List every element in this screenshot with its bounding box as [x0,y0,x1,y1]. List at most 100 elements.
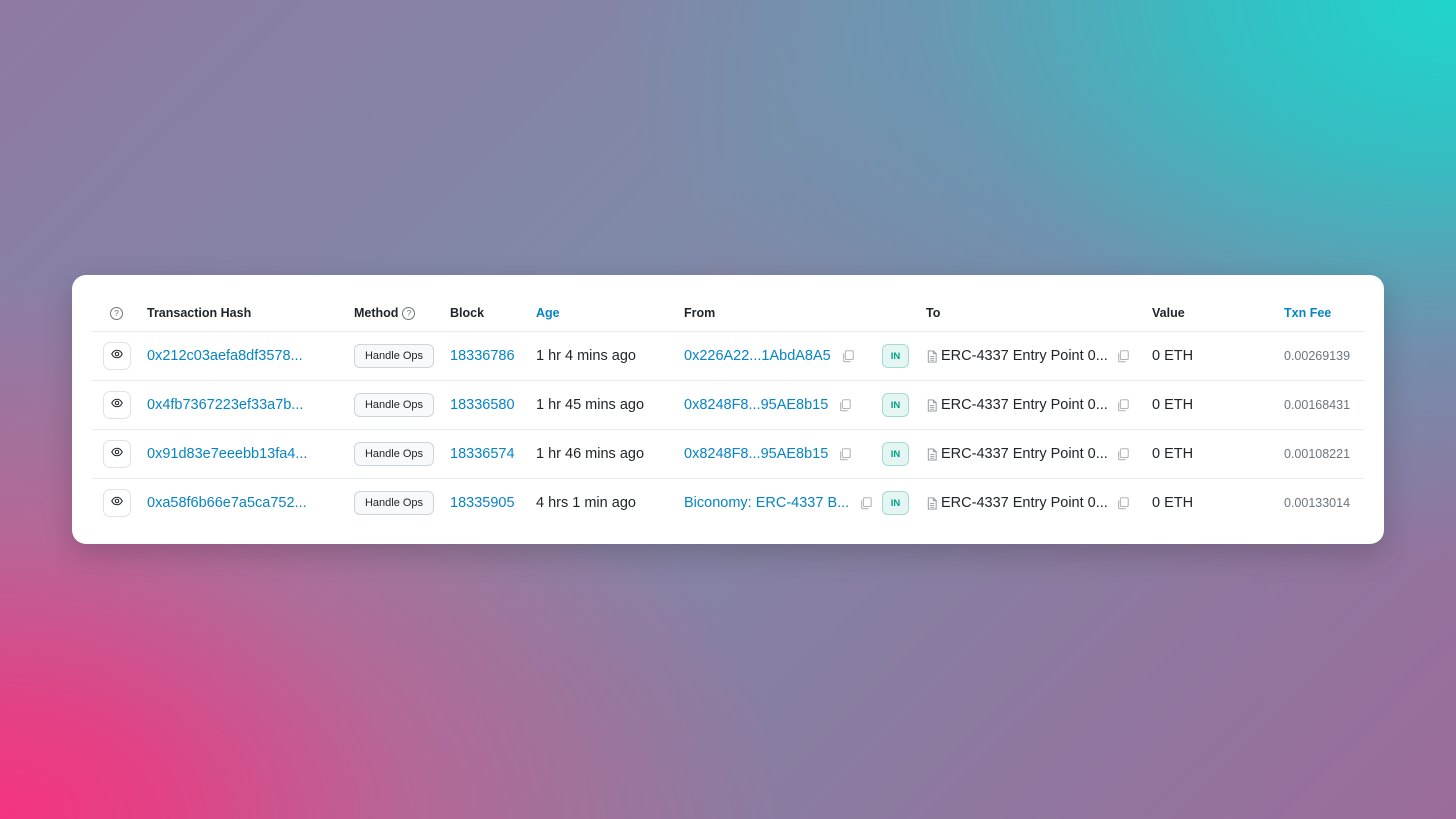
direction-badge: IN [882,344,909,368]
method-badge[interactable]: Handle Ops [354,344,434,368]
value-cell: 0 ETH [1152,479,1193,527]
to-contract-link[interactable]: ERC-4337 Entry Point 0... [941,348,1108,364]
to-cell: ERC-4337 Entry Point 0... [926,332,1130,380]
method-badge[interactable]: Handle Ops [354,442,434,466]
block-link[interactable]: 18336574 [450,446,515,462]
block-link[interactable]: 18335905 [450,495,515,511]
direction-badge: IN [882,442,909,466]
header-value: Value [1152,306,1185,320]
header-txn-fee[interactable]: Txn Fee [1284,295,1331,331]
to-contract-link[interactable]: ERC-4337 Entry Point 0... [941,446,1108,462]
age-cell: 1 hr 46 mins ago [536,430,644,478]
view-details-button[interactable] [103,440,131,468]
fee-cell: 0.00168431 [1284,381,1350,429]
header-help[interactable]: ? [110,295,123,331]
value-text: 0 ETH [1152,495,1194,511]
fee-cell: 0.00133014 [1284,479,1350,527]
header-block: Block [450,306,485,320]
to-cell: ERC-4337 Entry Point 0... [926,430,1130,478]
transactions-card: ? Transaction Hash Method ? Block Age Fr… [72,275,1384,544]
document-icon [926,398,938,412]
table-row: 0x4fb7367223ef33a7b... Handle Ops 183365… [92,381,1364,430]
document-icon [926,447,938,461]
eye-icon [111,494,123,512]
value-text: 0 ETH [1152,348,1194,364]
method-cell: Handle Ops [354,332,434,380]
from-address-link[interactable]: 0x8248F8...95AE8b15 [684,397,828,413]
block-cell: 18336580 [450,381,515,429]
copy-icon[interactable] [838,447,852,461]
tx-hash-cell: 0x212c03aefa8df3578... [147,332,303,380]
header-tx-hash: Transaction Hash [147,306,252,320]
method-badge[interactable]: Handle Ops [354,491,434,515]
tx-hash-link[interactable]: 0x91d83e7eeebb13fa4... [147,446,307,462]
copy-icon[interactable] [1116,349,1130,363]
from-cell: 0x8248F8...95AE8b15 [684,430,852,478]
age-text: 4 hrs 1 min ago [536,495,636,511]
transactions-table: ? Transaction Hash Method ? Block Age Fr… [92,295,1364,527]
value-text: 0 ETH [1152,446,1194,462]
tx-hash-cell: 0x4fb7367223ef33a7b... [147,381,303,429]
question-circle-icon[interactable]: ? [402,306,416,320]
direction-cell: IN [882,332,909,380]
table-row: 0x91d83e7eeebb13fa4... Handle Ops 183365… [92,430,1364,479]
question-circle-icon[interactable]: ? [110,306,123,320]
from-cell: Biconomy: ERC-4337 B... [684,479,873,527]
block-link[interactable]: 18336786 [450,348,515,364]
age-text: 1 hr 4 mins ago [536,348,636,364]
to-contract-link[interactable]: ERC-4337 Entry Point 0... [941,397,1108,413]
copy-icon[interactable] [1116,398,1130,412]
view-details-button[interactable] [103,391,131,419]
tx-hash-link[interactable]: 0xa58f6b66e7a5ca752... [147,495,307,511]
txn-fee-text: 0.00133014 [1284,496,1351,510]
block-cell: 18335905 [450,479,515,527]
from-address-link[interactable]: 0x8248F8...95AE8b15 [684,446,828,462]
age-text: 1 hr 45 mins ago [536,397,645,413]
eye-icon [111,396,123,414]
age-text: 1 hr 46 mins ago [536,446,645,462]
value-text: 0 ETH [1152,397,1194,413]
fee-cell: 0.00108221 [1284,430,1350,478]
from-address-link[interactable]: 0x226A22...1AbdA8A5 [684,348,831,364]
document-icon [926,496,938,510]
from-cell: 0x226A22...1AbdA8A5 [684,332,855,380]
view-details-cell [103,430,131,478]
age-cell: 1 hr 4 mins ago [536,332,636,380]
from-cell: 0x8248F8...95AE8b15 [684,381,852,429]
method-cell: Handle Ops [354,381,434,429]
header-method: Method ? [354,295,416,331]
table-header: ? Transaction Hash Method ? Block Age Fr… [92,295,1364,332]
copy-icon[interactable] [841,349,855,363]
tx-hash-cell: 0xa58f6b66e7a5ca752... [147,479,307,527]
view-details-button[interactable] [103,342,131,370]
to-contract-link[interactable]: ERC-4337 Entry Point 0... [941,495,1108,511]
view-details-cell [103,479,131,527]
table-row: 0x212c03aefa8df3578... Handle Ops 183367… [92,332,1364,381]
tx-hash-link[interactable]: 0x212c03aefa8df3578... [147,348,303,364]
copy-icon[interactable] [859,496,873,510]
value-cell: 0 ETH [1152,332,1193,380]
method-cell: Handle Ops [354,430,434,478]
value-cell: 0 ETH [1152,430,1193,478]
direction-cell: IN [882,430,909,478]
tx-hash-link[interactable]: 0x4fb7367223ef33a7b... [147,397,303,413]
from-address-link[interactable]: Biconomy: ERC-4337 B... [684,495,849,511]
copy-icon[interactable] [1116,447,1130,461]
header-age[interactable]: Age [536,295,560,331]
to-cell: ERC-4337 Entry Point 0... [926,381,1130,429]
copy-icon[interactable] [1116,496,1130,510]
view-details-cell [103,381,131,429]
block-link[interactable]: 18336580 [450,397,515,413]
eye-icon [111,347,123,365]
direction-cell: IN [882,381,909,429]
document-icon [926,349,938,363]
view-details-button[interactable] [103,489,131,517]
tx-hash-cell: 0x91d83e7eeebb13fa4... [147,430,307,478]
method-badge[interactable]: Handle Ops [354,393,434,417]
copy-icon[interactable] [838,398,852,412]
txn-fee-text: 0.00168431 [1284,398,1351,412]
age-cell: 1 hr 45 mins ago [536,381,644,429]
direction-badge: IN [882,393,909,417]
header-from: From [684,306,716,320]
table-row: 0xa58f6b66e7a5ca752... Handle Ops 183359… [92,479,1364,527]
